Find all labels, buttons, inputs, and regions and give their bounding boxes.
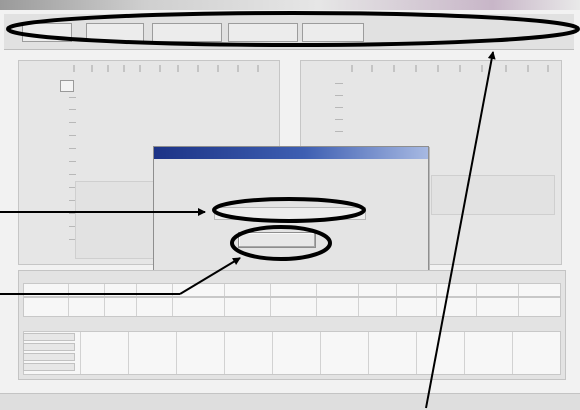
- bottom-table: [18, 270, 566, 380]
- menu-tab-bar: [4, 14, 574, 50]
- column-divider: [436, 284, 437, 296]
- column-divider: [436, 298, 437, 316]
- tab-5[interactable]: [302, 23, 364, 42]
- dialog-status-field: [214, 207, 366, 220]
- column-divider: [224, 284, 225, 296]
- right-column-tick: [527, 65, 529, 72]
- column-divider: [396, 298, 397, 316]
- column-divider: [270, 298, 271, 316]
- column-divider: [272, 332, 273, 374]
- lower-row-label: [23, 353, 75, 361]
- left-column-tick: [197, 65, 199, 72]
- tab-3[interactable]: [152, 23, 222, 42]
- left-column-tick: [237, 65, 239, 72]
- column-divider: [518, 284, 519, 296]
- modal-dialog: [153, 146, 429, 271]
- left-column-tick: [139, 65, 141, 72]
- column-divider: [104, 298, 105, 316]
- right-row-marker: [335, 83, 343, 84]
- right-column-tick: [459, 65, 461, 72]
- right-row-marker: [335, 95, 343, 96]
- column-divider: [320, 332, 321, 374]
- right-column-tick: [371, 65, 373, 72]
- right-column-tick: [481, 65, 483, 72]
- left-column-tick: [217, 65, 219, 72]
- left-row-marker: [69, 161, 76, 162]
- left-row-marker: [69, 148, 76, 149]
- right-column-tick: [351, 65, 353, 72]
- tab-4[interactable]: [228, 23, 298, 42]
- column-divider: [358, 284, 359, 296]
- right-column-tick: [415, 65, 417, 72]
- column-divider: [512, 332, 513, 374]
- right-row-marker: [335, 131, 343, 132]
- column-divider: [416, 332, 417, 374]
- column-divider: [128, 332, 129, 374]
- column-divider: [136, 298, 137, 316]
- column-divider: [368, 332, 369, 374]
- column-divider: [316, 284, 317, 296]
- column-divider: [68, 298, 69, 316]
- right-column-tick: [547, 65, 549, 72]
- lower-row-label: [23, 343, 75, 351]
- right-row-marker: [335, 119, 343, 120]
- left-column-tick: [123, 65, 125, 72]
- dialog-titlebar[interactable]: [154, 147, 428, 159]
- lower-row-label: [23, 363, 75, 371]
- left-column-tick: [177, 65, 179, 72]
- right-inner-area: [431, 175, 555, 215]
- right-column-tick: [393, 65, 395, 72]
- bottom-table-header-row: [23, 283, 561, 297]
- tab-2[interactable]: [86, 23, 144, 42]
- column-divider: [68, 284, 69, 296]
- left-column-tick: [159, 65, 161, 72]
- column-divider: [176, 332, 177, 374]
- bottom-section-title: [19, 321, 567, 331]
- window-title-strip: [0, 0, 580, 10]
- column-divider: [172, 298, 173, 316]
- column-divider: [316, 298, 317, 316]
- right-column-tick: [505, 65, 507, 72]
- tab-1[interactable]: [22, 23, 72, 42]
- left-column-tick: [107, 65, 109, 72]
- left-row-marker: [69, 97, 76, 98]
- column-divider: [136, 284, 137, 296]
- column-divider: [224, 298, 225, 316]
- column-divider: [476, 298, 477, 316]
- bottom-table-lower-grid: [23, 331, 561, 375]
- left-row-marker: [69, 109, 76, 110]
- column-divider: [80, 332, 81, 374]
- left-row-marker: [69, 122, 76, 123]
- left-column-tick: [257, 65, 259, 72]
- left-row-marker: [69, 174, 76, 175]
- left-column-tick: [73, 65, 75, 72]
- bottom-table-title: [19, 273, 567, 283]
- column-divider: [518, 298, 519, 316]
- column-divider: [270, 284, 271, 296]
- status-bar: [0, 393, 580, 410]
- column-divider: [464, 332, 465, 374]
- right-column-tick: [437, 65, 439, 72]
- column-divider: [172, 284, 173, 296]
- column-divider: [358, 298, 359, 316]
- right-row-marker: [335, 107, 343, 108]
- column-divider: [224, 332, 225, 374]
- column-divider: [476, 284, 477, 296]
- lower-row-label: [23, 333, 75, 341]
- column-divider: [104, 284, 105, 296]
- selected-cell[interactable]: [60, 80, 74, 92]
- bottom-table-data-row: [23, 297, 561, 317]
- left-row-marker: [69, 135, 76, 136]
- column-divider: [396, 284, 397, 296]
- dialog-button[interactable]: [238, 232, 316, 248]
- left-column-tick: [91, 65, 93, 72]
